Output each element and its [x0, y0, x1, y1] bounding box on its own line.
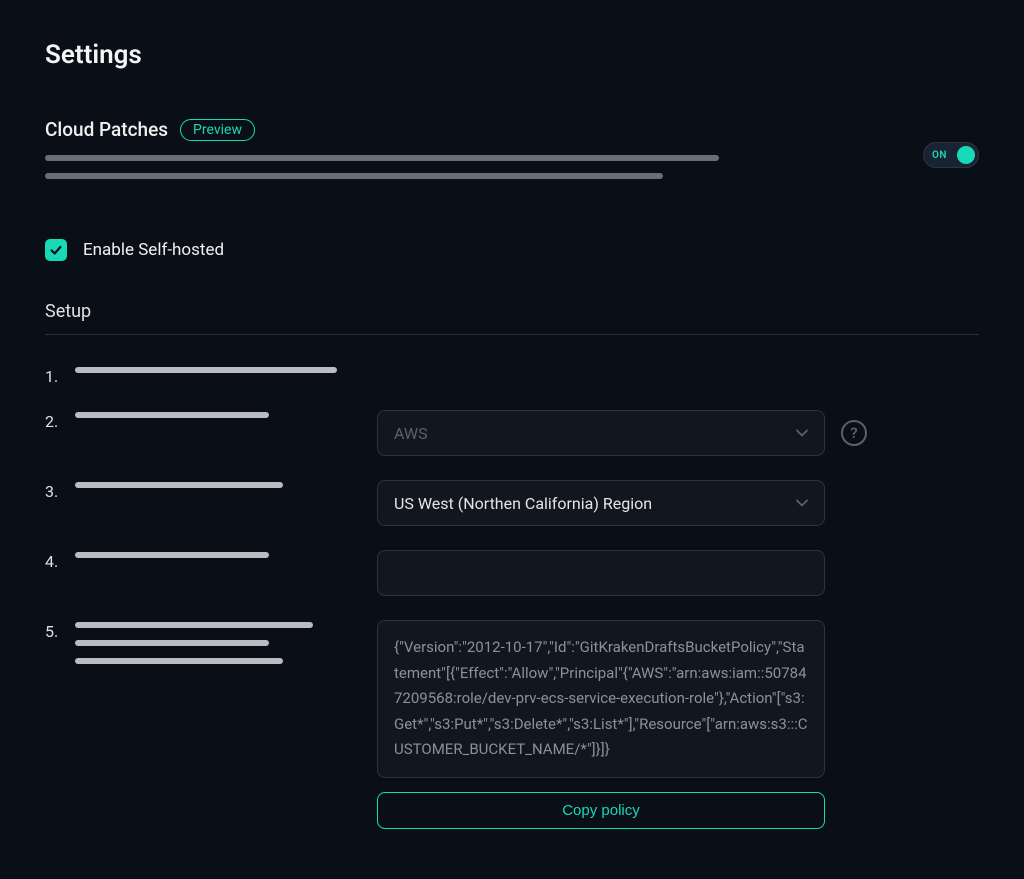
- step-label-placeholder: [75, 552, 269, 558]
- copy-policy-button[interactable]: Copy policy: [377, 792, 825, 829]
- self-hosted-checkbox[interactable]: [45, 239, 67, 261]
- provider-select[interactable]: AWS: [377, 410, 825, 456]
- check-icon: [49, 243, 63, 257]
- description-placeholder: [45, 155, 719, 161]
- provider-value: AWS: [394, 424, 428, 443]
- toggle-on-label: ON: [932, 150, 947, 161]
- setup-title: Setup: [45, 301, 979, 335]
- page-title: Settings: [45, 40, 979, 70]
- cloud-patches-toggle[interactable]: ON: [923, 142, 979, 168]
- chevron-down-icon: [796, 497, 808, 509]
- cloud-patches-section: Cloud Patches Preview ON: [45, 118, 979, 191]
- step-label-placeholder: [75, 482, 283, 488]
- preview-badge: Preview: [180, 119, 255, 141]
- setup-step-4: [45, 550, 979, 596]
- self-hosted-label: Enable Self-hosted: [83, 240, 224, 260]
- setup-step-2: AWS ?: [45, 410, 979, 456]
- setup-list: AWS ? US West (Northen California) Regio…: [45, 365, 979, 829]
- cloud-patches-title: Cloud Patches: [45, 118, 168, 141]
- region-value: US West (Northen California) Region: [394, 494, 652, 513]
- help-icon[interactable]: ?: [841, 420, 867, 446]
- bucket-name-input[interactable]: [377, 550, 825, 596]
- step-label-placeholder: [75, 367, 337, 373]
- setup-step-3: US West (Northen California) Region: [45, 480, 979, 526]
- setup-step-5: {"Version":"2012-10-17","Id":"GitKrakenD…: [45, 620, 979, 829]
- step-label-placeholder: [75, 640, 269, 646]
- self-hosted-row: Enable Self-hosted: [45, 239, 979, 261]
- step-label-placeholder: [75, 622, 313, 628]
- step-label-placeholder: [75, 412, 269, 418]
- toggle-knob: [957, 146, 975, 164]
- description-placeholder: [45, 173, 663, 179]
- policy-json-box: {"Version":"2012-10-17","Id":"GitKrakenD…: [377, 620, 825, 778]
- region-select[interactable]: US West (Northen California) Region: [377, 480, 825, 526]
- step-label-placeholder: [75, 658, 283, 664]
- chevron-down-icon: [796, 427, 808, 439]
- setup-step-1: [45, 365, 979, 386]
